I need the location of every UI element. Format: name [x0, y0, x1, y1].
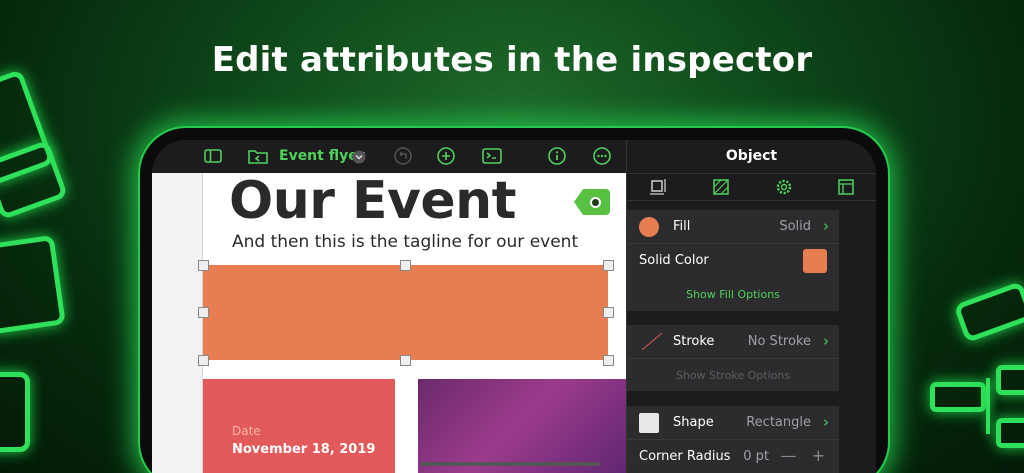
undo-icon[interactable] — [394, 147, 412, 165]
terminal-icon[interactable] — [482, 148, 502, 164]
resize-handle-top-left[interactable] — [198, 260, 209, 271]
style-icon[interactable] — [711, 177, 731, 197]
settings-icon[interactable] — [774, 177, 794, 197]
resize-handle-bottom-left[interactable] — [198, 355, 209, 366]
corner-radius-value: 0 pt — [743, 449, 769, 464]
decorative-outline-5 — [953, 280, 1024, 344]
date-label: Date — [232, 424, 261, 438]
more-icon[interactable] — [593, 147, 611, 165]
chevron-right-icon: › — [823, 332, 829, 350]
app-screen: Event flyer Our Event And then this is t… — [152, 140, 876, 473]
shape-label: Shape — [673, 415, 714, 430]
document-canvas[interactable]: Our Event And then this is the tagline f… — [152, 171, 626, 473]
selected-rectangle-shape[interactable] — [203, 265, 608, 360]
corner-radius-row: Corner Radius 0 pt — + — [627, 440, 839, 473]
fill-swatch — [639, 217, 659, 237]
inspector-tabs — [627, 173, 876, 201]
solid-color-label: Solid Color — [639, 253, 709, 268]
event-heading[interactable]: Our Event — [229, 171, 517, 231]
resize-handle-top-right[interactable] — [603, 260, 614, 271]
decorative-outline-7 — [996, 365, 1024, 395]
corner-radius-stepper[interactable]: — + — [780, 446, 825, 465]
decorative-outline-4 — [0, 372, 30, 452]
toolbar: Event flyer — [152, 140, 626, 173]
back-folder-icon[interactable] — [248, 148, 268, 164]
resize-handle-bottom-right[interactable] — [603, 355, 614, 366]
solid-color-row[interactable]: Solid Color — [627, 244, 839, 278]
add-icon[interactable] — [437, 147, 455, 165]
show-stroke-options-link: Show Stroke Options — [675, 369, 791, 382]
show-fill-options-link[interactable]: Show Fill Options — [627, 288, 839, 301]
decorative-outline-3 — [0, 234, 66, 336]
stroke-swatch — [641, 332, 663, 351]
fill-row[interactable]: Fill Solid › — [627, 210, 839, 244]
resize-handle-middle-right[interactable] — [603, 307, 614, 318]
horizontal-scrollbar[interactable] — [420, 462, 600, 466]
shape-group: Shape Rectangle › Corner Radius 0 pt — + — [627, 406, 839, 473]
resize-handle-middle-left[interactable] — [198, 307, 209, 318]
fill-group: Fill Solid › Solid Color Show Fill Optio… — [627, 210, 839, 311]
chevron-down-icon[interactable] — [352, 150, 366, 164]
stroke-label: Stroke — [673, 334, 715, 349]
shape-swatch — [639, 413, 659, 433]
stroke-row[interactable]: Stroke No Stroke › — [627, 325, 839, 359]
decorative-connector — [986, 378, 990, 434]
resize-handle-top-center[interactable] — [400, 260, 411, 271]
resize-handle-bottom-center[interactable] — [400, 355, 411, 366]
decorative-outline-6 — [930, 382, 986, 412]
fill-label: Fill — [673, 219, 691, 234]
corner-radius-label: Corner Radius — [639, 449, 731, 464]
tag-badge-dot — [590, 197, 601, 208]
page-gutter — [152, 173, 203, 473]
layout-icon[interactable] — [836, 177, 856, 197]
solid-color-swatch[interactable] — [803, 249, 827, 273]
chevron-right-icon: › — [823, 217, 829, 235]
inspector-panel: Object Fill Solid › Solid Color Show Fil… — [626, 140, 876, 473]
shape-value: Rectangle — [746, 415, 811, 430]
headline: Edit attributes in the inspector — [211, 40, 813, 80]
shape-row[interactable]: Shape Rectangle › — [627, 406, 839, 440]
decorative-outline-8 — [996, 418, 1024, 448]
stroke-group: Stroke No Stroke › Show Stroke Options — [627, 325, 839, 391]
fill-value: Solid — [779, 219, 811, 234]
inspector-title: Object — [725, 148, 778, 164]
info-icon[interactable] — [548, 147, 566, 165]
image-card[interactable] — [418, 379, 626, 473]
stroke-value: No Stroke — [747, 334, 811, 349]
chevron-right-icon: › — [823, 413, 829, 431]
event-tagline[interactable]: And then this is the tagline for our eve… — [232, 232, 578, 252]
date-value: November 18, 2019 — [232, 442, 376, 457]
arrange-icon[interactable] — [648, 177, 668, 197]
sidebar-icon[interactable] — [204, 149, 222, 163]
